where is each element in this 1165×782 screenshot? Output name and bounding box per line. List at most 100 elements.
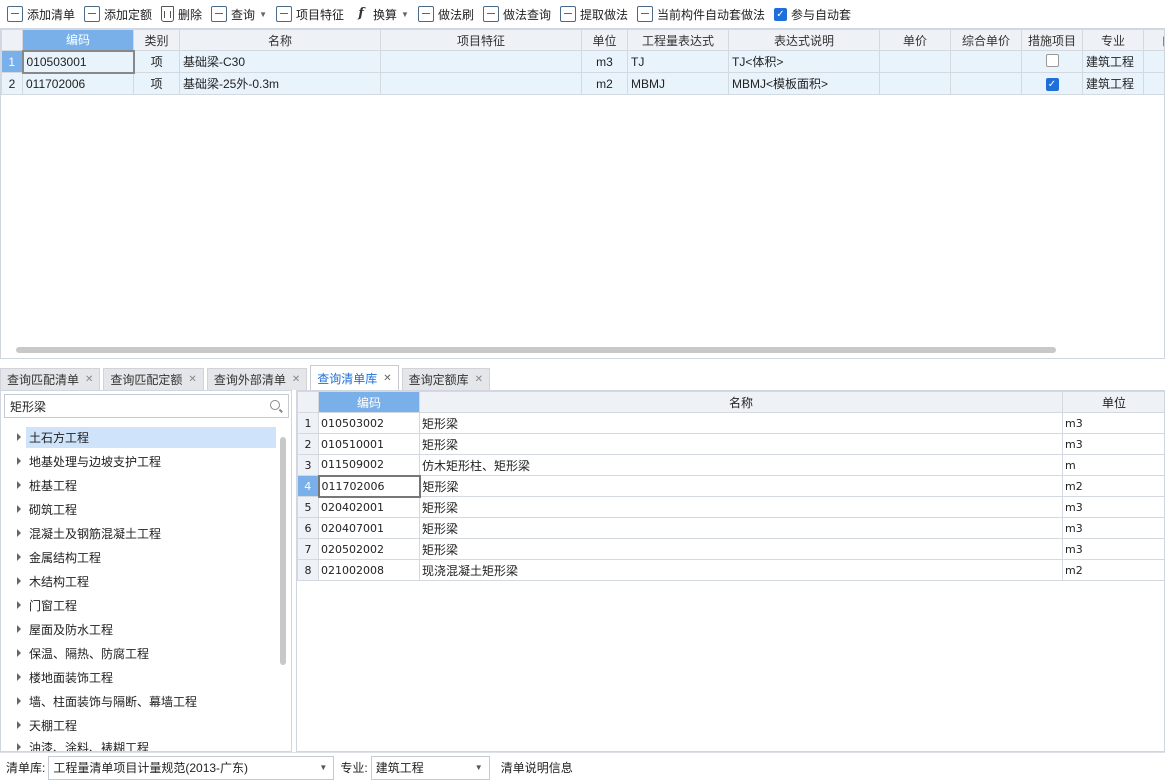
col-header-price[interactable]: 单价 — [879, 29, 951, 51]
expand-arrow-icon[interactable] — [17, 673, 21, 681]
extract-method-button[interactable]: 提取做法 — [557, 2, 634, 26]
corner-cell[interactable] — [297, 391, 319, 413]
expression-cell[interactable]: MBMJ — [627, 72, 729, 95]
list-info-button[interactable]: 清单说明信息 — [501, 759, 573, 776]
auto-cell[interactable] — [1143, 50, 1164, 73]
table-row[interactable]: 1 010503001 项 基础梁-C30 m3 TJ TJ<体积> 建筑工程 — [1, 49, 1164, 74]
code-cell[interactable]: 010503002 — [318, 412, 420, 434]
col-header-unit[interactable]: 单位 — [1062, 391, 1164, 413]
comp-price-cell[interactable] — [950, 72, 1022, 95]
table-row[interactable]: 1 010503002 矩形梁 m3 — [297, 412, 1164, 434]
unit-cell[interactable]: m2 — [581, 72, 628, 95]
close-icon[interactable]: ✕ — [85, 374, 93, 385]
row-number[interactable]: 8 — [297, 559, 319, 581]
method-brush-button[interactable]: 做法刷 — [415, 2, 480, 26]
tree-item[interactable]: 屋面及防水工程 — [1, 617, 281, 641]
row-number[interactable]: 7 — [297, 538, 319, 560]
chevron-down-icon[interactable]: ▼ — [401, 10, 409, 19]
table-row[interactable]: 4 011702006 矩形梁 m2 — [297, 474, 1164, 498]
table-row[interactable]: 8 021002008 现浇混凝土矩形梁 m2 — [297, 559, 1164, 581]
code-cell[interactable]: 020502002 — [318, 538, 420, 560]
feature-cell[interactable] — [380, 50, 582, 73]
code-cell[interactable]: 020407001 — [318, 517, 420, 539]
tree-item[interactable]: 墙、柱面装饰与隔断、幕墙工程 — [1, 689, 281, 713]
close-icon[interactable]: ✕ — [475, 374, 483, 385]
tree-item[interactable]: 门窗工程 — [1, 593, 281, 617]
expand-arrow-icon[interactable] — [17, 481, 21, 489]
expression-desc-cell[interactable]: TJ<体积> — [728, 50, 880, 73]
tree-item[interactable]: 保温、隔热、防腐工程 — [1, 641, 281, 665]
tree-item[interactable]: 油漆、涂料、裱糊工程 — [1, 737, 281, 751]
tree-item[interactable]: 金属结构工程 — [1, 545, 281, 569]
table-row[interactable]: 2 011702006 项 基础梁-25外-0.3m m2 MBMJ MBMJ<… — [1, 72, 1164, 95]
unit-cell[interactable]: m3 — [581, 50, 628, 73]
measure-cell[interactable]: ✓ — [1021, 72, 1083, 95]
checkbox-unchecked-icon[interactable] — [1045, 53, 1059, 67]
library-select[interactable]: 工程量清单项目计量规范(2013-广东) ▼ — [48, 755, 335, 780]
col-header-expression-desc[interactable]: 表达式说明 — [728, 29, 880, 51]
horizontal-scrollbar[interactable] — [16, 347, 1056, 353]
col-header-name[interactable]: 名称 — [179, 29, 381, 51]
expand-arrow-icon[interactable] — [17, 553, 21, 561]
chevron-down-icon[interactable]: ▼ — [259, 10, 267, 19]
add-quota-button[interactable]: 添加定额 — [81, 2, 158, 26]
add-list-button[interactable]: 添加清单 — [4, 2, 81, 26]
expand-arrow-icon[interactable] — [17, 505, 21, 513]
tree-item[interactable]: 天棚工程 — [1, 713, 281, 737]
expand-arrow-icon[interactable] — [17, 743, 21, 751]
name-cell[interactable]: 仿木矩形柱、矩形梁 — [419, 454, 1063, 476]
search-icon[interactable] — [270, 400, 280, 410]
method-query-button[interactable]: 做法查询 — [480, 2, 557, 26]
close-icon[interactable]: ✕ — [292, 374, 300, 385]
tree-item[interactable]: 桩基工程 — [1, 473, 281, 497]
checkbox-checked-icon[interactable]: ✓ — [1045, 78, 1059, 91]
code-cell[interactable]: 011509002 — [318, 454, 420, 476]
search-input[interactable]: 矩形梁 — [4, 394, 289, 418]
price-cell[interactable] — [879, 72, 951, 95]
expression-cell[interactable]: TJ — [627, 50, 729, 73]
tab-external-list[interactable]: 查询外部清单 ✕ — [206, 368, 308, 390]
col-header-name[interactable]: 名称 — [419, 391, 1063, 413]
row-number[interactable]: 2 — [297, 433, 319, 455]
unit-cell[interactable]: m3 — [1062, 496, 1164, 518]
tree-item[interactable]: 混凝土及钢筋混凝土工程 — [1, 521, 281, 545]
table-row[interactable]: 5 020402001 矩形梁 m3 — [297, 496, 1164, 518]
tree-item[interactable]: 楼地面装饰工程 — [1, 665, 281, 689]
expression-desc-cell[interactable]: MBMJ<模板面积> — [728, 72, 880, 95]
unit-cell[interactable]: m2 — [1062, 475, 1164, 497]
feature-cell[interactable] — [380, 72, 582, 95]
col-header-unit[interactable]: 单位 — [581, 29, 628, 51]
code-cell[interactable]: 021002008 — [318, 559, 420, 581]
convert-button[interactable]: f 换算 ▼ — [350, 2, 415, 26]
expand-arrow-icon[interactable] — [17, 529, 21, 537]
discipline-cell[interactable]: 建筑工程 — [1082, 72, 1144, 95]
name-cell[interactable]: 矩形梁 — [419, 496, 1063, 518]
unit-cell[interactable]: m3 — [1062, 517, 1164, 539]
code-cell[interactable]: 011702006 — [22, 72, 134, 95]
col-header-feature[interactable]: 项目特征 — [380, 29, 582, 51]
item-feature-button[interactable]: 项目特征 — [273, 2, 350, 26]
col-header-auto[interactable]: 自 — [1143, 29, 1164, 51]
col-header-code[interactable]: 编码 — [318, 391, 420, 413]
tab-match-list[interactable]: 查询匹配清单 ✕ — [0, 368, 101, 390]
tree-item[interactable]: 土石方工程 — [1, 425, 281, 449]
type-cell[interactable]: 项 — [133, 50, 180, 73]
name-cell[interactable]: 矩形梁 — [419, 412, 1063, 434]
unit-cell[interactable]: m3 — [1062, 433, 1164, 455]
row-number[interactable]: 2 — [1, 72, 23, 95]
delete-button[interactable]: 删除 — [158, 2, 208, 26]
col-header-type[interactable]: 类别 — [133, 29, 180, 51]
auto-cell[interactable] — [1143, 72, 1164, 95]
name-cell[interactable]: 矩形梁 — [419, 433, 1063, 455]
expand-arrow-icon[interactable] — [17, 457, 21, 465]
col-header-discipline[interactable]: 专业 — [1082, 29, 1144, 51]
tab-quota-library[interactable]: 查询定额库 ✕ — [401, 368, 491, 390]
name-cell[interactable]: 基础梁-C30 — [179, 50, 381, 73]
tree-item[interactable]: 砌筑工程 — [1, 497, 281, 521]
name-cell[interactable]: 矩形梁 — [419, 538, 1063, 560]
tab-match-quota[interactable]: 查询匹配定额 ✕ — [103, 368, 204, 390]
expand-arrow-icon[interactable] — [17, 577, 21, 585]
expand-arrow-icon[interactable] — [17, 625, 21, 633]
close-icon[interactable]: ✕ — [188, 374, 196, 385]
unit-cell[interactable]: m — [1062, 454, 1164, 476]
